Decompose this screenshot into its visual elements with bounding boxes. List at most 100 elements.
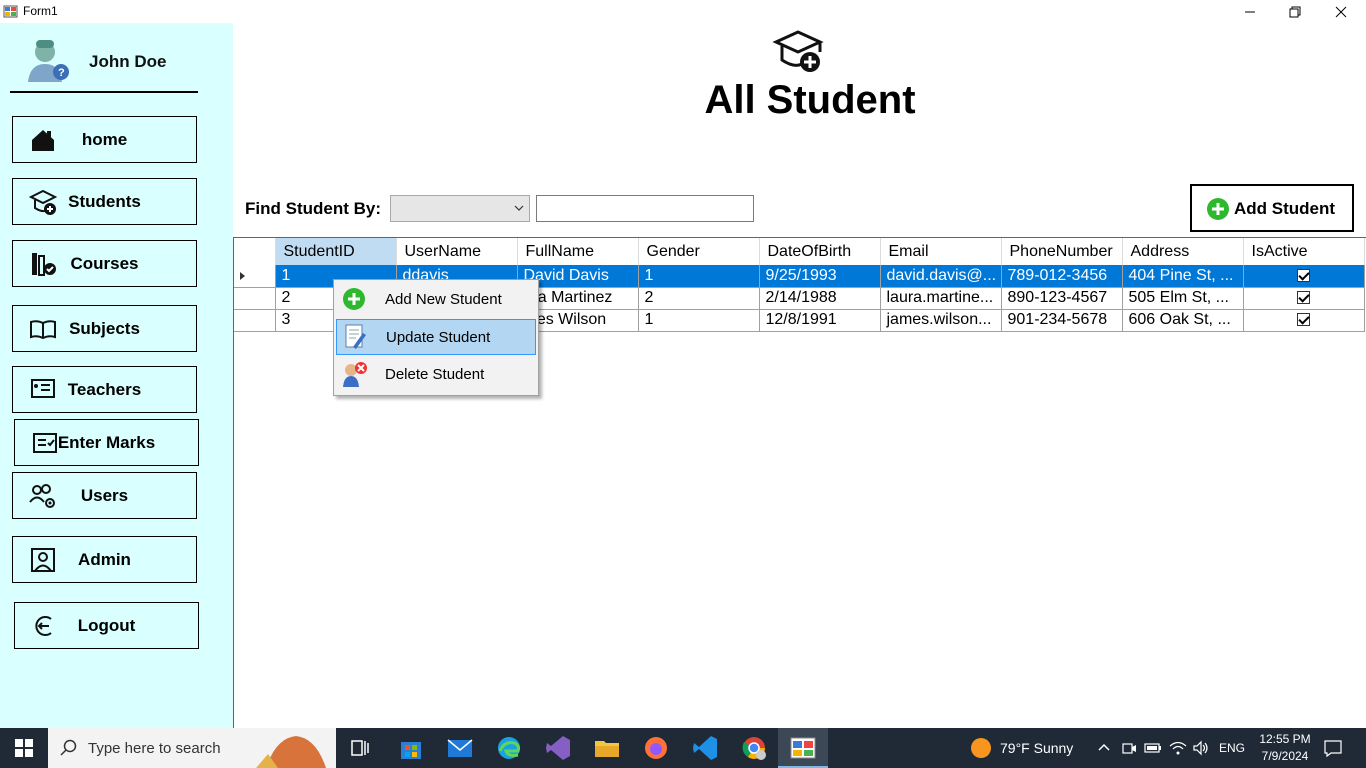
- task-view-icon[interactable]: [345, 733, 375, 763]
- cell-dateofbirth[interactable]: 12/8/1991: [759, 309, 881, 332]
- meet-now-icon[interactable]: [1121, 740, 1137, 756]
- cell-dateofbirth[interactable]: 9/25/1993: [759, 265, 881, 288]
- column-header-isactive[interactable]: IsActive: [1243, 238, 1365, 265]
- nav-teachers-label: Teachers: [67, 379, 142, 399]
- restore-icon: [1289, 6, 1301, 17]
- app-icon: [3, 5, 18, 18]
- nav-users-label: Users: [80, 485, 129, 505]
- find-by-select[interactable]: [390, 195, 530, 222]
- cell-email[interactable]: laura.martine...: [880, 287, 1002, 310]
- menu-item-delete-student[interactable]: Delete Student: [336, 357, 536, 393]
- minimize-icon: [1245, 11, 1255, 12]
- nav-admin-button[interactable]: Admin: [12, 536, 197, 583]
- active-app-indicator[interactable]: [778, 728, 828, 768]
- restore-button[interactable]: [1272, 0, 1318, 23]
- nav-students-button[interactable]: Students: [12, 178, 197, 225]
- taskbar-search-box[interactable]: Type here to search: [48, 728, 336, 768]
- row-header[interactable]: [234, 287, 276, 310]
- nav-courses-button[interactable]: Courses: [12, 240, 197, 287]
- nav-users-button[interactable]: Users: [12, 472, 197, 519]
- vscode-icon[interactable]: [690, 733, 720, 763]
- column-header-address[interactable]: Address: [1122, 238, 1244, 265]
- cell-isactive[interactable]: [1243, 265, 1365, 288]
- isactive-checkbox[interactable]: [1297, 269, 1310, 283]
- cell-phone[interactable]: 901-234-5678: [1001, 309, 1123, 332]
- column-header-dateofbirth[interactable]: DateOfBirth: [759, 238, 881, 265]
- sidebar: ? John Doe home Students Courses Subject…: [0, 23, 233, 728]
- nav-logout-button[interactable]: Logout: [14, 602, 199, 649]
- firefox-icon[interactable]: [641, 733, 671, 763]
- form1-app-icon: [790, 737, 816, 759]
- start-button[interactable]: [0, 728, 48, 768]
- nav-teachers-button[interactable]: Teachers: [12, 366, 197, 413]
- wifi-icon[interactable]: [1169, 740, 1187, 756]
- column-header-gender[interactable]: Gender: [638, 238, 760, 265]
- cell-isactive[interactable]: [1243, 309, 1365, 332]
- menu-item-label: Add New Student: [385, 291, 502, 308]
- clock-date: 7/9/2024: [1261, 749, 1309, 763]
- cell-address[interactable]: 404 Pine St, ...: [1122, 265, 1244, 288]
- add-student-button[interactable]: Add Student: [1190, 184, 1354, 232]
- corner-header: [234, 238, 276, 265]
- isactive-checkbox[interactable]: [1297, 291, 1310, 305]
- battery-icon[interactable]: [1144, 740, 1162, 756]
- graduation-cap-add-icon: [772, 30, 824, 72]
- search-highlight-image: [256, 728, 336, 768]
- chrome-icon[interactable]: [739, 733, 769, 763]
- svg-text:?: ?: [58, 67, 65, 79]
- edge-browser-icon[interactable]: [494, 733, 524, 763]
- weather-text: 79°F Sunny: [1000, 740, 1074, 756]
- menu-item-label: Update Student: [386, 329, 491, 346]
- visual-studio-icon[interactable]: [543, 733, 573, 763]
- chevron-up-icon[interactable]: [1097, 741, 1111, 755]
- cell-isactive[interactable]: [1243, 287, 1365, 310]
- row-header[interactable]: [234, 265, 276, 288]
- menu-item-label: Delete Student: [385, 366, 485, 383]
- cell-gender[interactable]: 2: [638, 287, 760, 310]
- add-green-icon: [343, 288, 365, 310]
- delete-user-icon: [343, 362, 367, 387]
- close-button[interactable]: [1318, 0, 1364, 23]
- cell-email[interactable]: david.davis@...: [880, 265, 1002, 288]
- column-header-fullname[interactable]: FullName: [517, 238, 639, 265]
- sun-icon: [971, 738, 991, 758]
- cell-address[interactable]: 606 Oak St, ...: [1122, 309, 1244, 332]
- column-header-username[interactable]: UserName: [396, 238, 518, 265]
- row-header[interactable]: [234, 309, 276, 332]
- file-explorer-icon[interactable]: [592, 733, 622, 763]
- column-header-phonenumber[interactable]: PhoneNumber: [1001, 238, 1123, 265]
- chevron-down-icon: [514, 205, 524, 211]
- notification-icon[interactable]: [1323, 738, 1343, 758]
- menu-item-update-student[interactable]: Update Student: [336, 319, 536, 355]
- user-profile: ? John Doe: [24, 38, 204, 86]
- cell-address[interactable]: 505 Elm St, ...: [1122, 287, 1244, 310]
- volume-icon[interactable]: [1192, 740, 1210, 756]
- context-menu: Add New Student Update Student Delete St…: [333, 279, 539, 396]
- cell-phone[interactable]: 890-123-4567: [1001, 287, 1123, 310]
- nav-home-button[interactable]: home: [12, 116, 197, 163]
- minimize-button[interactable]: [1227, 0, 1273, 23]
- clock-time: 12:55 PM: [1259, 732, 1311, 746]
- column-header-studentid[interactable]: StudentID: [275, 238, 397, 265]
- menu-item-add-new-student[interactable]: Add New Student: [336, 282, 536, 318]
- nav-subjects-label: Subjects: [69, 318, 140, 338]
- nav-courses-label: Courses: [70, 253, 139, 273]
- cell-gender[interactable]: 1: [638, 265, 760, 288]
- isactive-checkbox[interactable]: [1297, 313, 1310, 327]
- nav-enter-marks-button[interactable]: Enter Marks: [14, 419, 199, 466]
- taskbar: Type here to search 79°F Sunny ENG 12:55…: [0, 728, 1366, 768]
- microsoft-store-icon[interactable]: [396, 733, 426, 763]
- cell-email[interactable]: james.wilson...: [880, 309, 1002, 332]
- cell-gender[interactable]: 1: [638, 309, 760, 332]
- nav-subjects-button[interactable]: Subjects: [12, 305, 197, 352]
- cell-phone[interactable]: 789-012-3456: [1001, 265, 1123, 288]
- title-bar: Form1: [0, 0, 1366, 23]
- column-header-email[interactable]: Email: [880, 238, 1002, 265]
- cell-dateofbirth[interactable]: 2/14/1988: [759, 287, 881, 310]
- clock[interactable]: 12:55 PM 7/9/2024: [1256, 731, 1314, 765]
- find-student-input[interactable]: [536, 195, 754, 222]
- mail-icon[interactable]: [445, 733, 475, 763]
- user-avatar-icon: ?: [28, 40, 69, 82]
- add-circle-icon: [1207, 198, 1229, 220]
- language-indicator[interactable]: ENG: [1219, 741, 1245, 755]
